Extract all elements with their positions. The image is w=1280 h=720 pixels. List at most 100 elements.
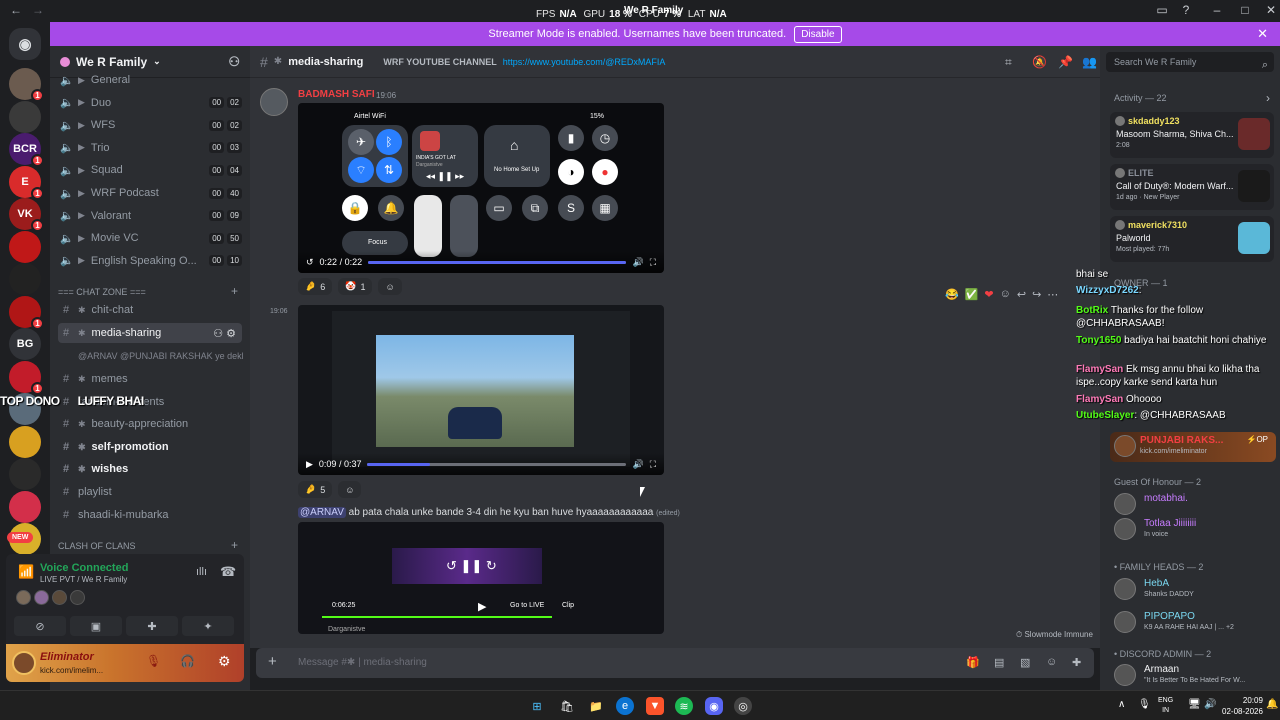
minimize-icon[interactable]: – <box>1208 3 1226 19</box>
server-icon[interactable] <box>9 425 41 458</box>
banner-close-icon[interactable]: ✕ <box>1257 26 1268 42</box>
replay-icon[interactable]: ↺ <box>306 257 314 268</box>
gif-icon[interactable]: ▤ <box>994 656 1004 669</box>
disable-streamer-button[interactable]: Disable <box>794 25 842 43</box>
voice-channel[interactable]: 🔈 ▶ Movie VC 00 50 <box>58 228 242 248</box>
soundboard-button[interactable]: ✦ <box>182 616 234 636</box>
server-icon[interactable]: VK 1 <box>9 198 44 232</box>
server-icon[interactable]: BCR 1 <box>9 133 44 167</box>
text-channel[interactable]: # ✱ media-sharing ⚇ ⚙ <box>58 323 242 343</box>
store-icon[interactable]: 🛍 <box>558 697 576 715</box>
text-channel[interactable]: # ✱ memes <box>58 369 242 389</box>
reply-icon[interactable]: ↩ <box>1017 288 1026 301</box>
text-channel[interactable]: # ✱ wishes <box>58 459 242 479</box>
chat-zone-category[interactable]: === CHAT ZONE === <box>58 287 146 297</box>
obs-icon[interactable]: ◎ <box>734 697 752 715</box>
add-member-icon[interactable]: ⚇ <box>228 54 240 70</box>
back-arrow-icon[interactable]: ← <box>10 3 22 17</box>
add-reaction-icon[interactable]: ☺ <box>1000 288 1011 301</box>
mic-tray-icon[interactable]: 🎙 <box>1138 699 1151 710</box>
deafen-icon[interactable]: 🎧 <box>180 654 195 668</box>
thread-preview[interactable]: @ARNAV @PUNJABI RAKSHAK ye dekh <box>78 351 243 361</box>
avatar[interactable] <box>34 590 49 605</box>
network-icon[interactable]: 🖥 <box>1188 699 1201 710</box>
windows-start-icon[interactable]: ⊞ <box>528 697 546 715</box>
clip-button[interactable]: Clip <box>562 602 574 609</box>
threads-icon[interactable]: ⌗ <box>1005 55 1012 70</box>
spotify-icon[interactable]: ≋ <box>675 697 693 715</box>
sticker-icon[interactable]: ▧ <box>1020 656 1030 669</box>
go-to-live-button[interactable]: Go to LIVE <box>510 602 544 609</box>
fullscreen-icon[interactable]: ⛶ <box>650 257 656 268</box>
voice-channel[interactable]: 🔈 ▶ Duo 00 02 <box>58 93 242 113</box>
forward-icon[interactable]: ↪ <box>1032 288 1041 301</box>
play-icon[interactable]: ▶ <box>478 600 486 613</box>
inbox-icon[interactable]: ▭ <box>1153 3 1171 19</box>
server-icon[interactable] <box>9 490 41 523</box>
text-channel[interactable]: # playlist <box>58 482 242 502</box>
speaker-icon[interactable]: 🔊 <box>1204 699 1216 710</box>
camera-off-button[interactable]: ⊘ <box>14 616 66 636</box>
topic-link[interactable]: https://www.youtube.com/@REDxMAFIA <box>503 57 666 67</box>
brave-icon[interactable]: ▼ <box>646 697 664 715</box>
text-channel[interactable]: # ✱ chit-chat <box>58 300 242 320</box>
volume-icon[interactable]: 🔊 <box>632 257 643 268</box>
avatar[interactable] <box>52 590 67 605</box>
video-attachment[interactable]: ↺ ❚❚ ↻ 0:06:25 ▶ Go to LIVE Clip Dargani… <box>298 522 664 634</box>
text-channel[interactable]: # ✱ self-promotion <box>58 437 242 457</box>
activity-card[interactable]: ELITE Call of Duty®: Modern Warf... 1d ago… <box>1110 164 1274 210</box>
discord-icon[interactable]: ◉ <box>705 697 723 715</box>
server-icon[interactable] <box>9 100 41 133</box>
avatar[interactable] <box>16 590 31 605</box>
add-reaction-button[interactable]: ☺ <box>378 278 402 295</box>
edge-icon[interactable]: e <box>616 697 634 715</box>
server-icon[interactable]: 1 <box>9 68 44 102</box>
mute-mic-icon[interactable]: 🎙 <box>146 654 161 668</box>
member-row[interactable]: Armaan "It Is Better To Be Hated For W... <box>1114 661 1274 691</box>
play-icon[interactable]: ▶ <box>306 459 313 470</box>
disconnect-icon[interactable]: ☎ <box>220 564 236 580</box>
help-icon[interactable]: ? <box>1177 3 1195 19</box>
voice-channel[interactable]: 🔈 ▶ English Speaking O... 00 10 <box>58 251 242 271</box>
emoji-laugh-icon[interactable]: 😂 <box>945 288 959 301</box>
avatar[interactable] <box>70 590 85 605</box>
gear-icon[interactable]: ⚙ <box>218 653 231 670</box>
member-row[interactable]: HebA Shanks DADDY <box>1114 575 1274 605</box>
voice-channel[interactable]: 🔈 ▶ Valorant 00 09 <box>58 206 242 226</box>
message-input[interactable]: Message #✱ | media-sharing <box>298 657 427 668</box>
activity-header[interactable]: Activity — 22 <box>1114 93 1167 103</box>
server-icon[interactable]: 1 <box>9 360 44 395</box>
voice-channel[interactable]: 🔈 ▶ WFS 00 02 <box>58 115 242 135</box>
avatar[interactable] <box>260 88 288 116</box>
video-seek-bar[interactable] <box>368 260 627 264</box>
clock[interactable]: 20:09 02-08-2026 <box>1222 695 1263 717</box>
reaction[interactable]: 🤌 5 <box>298 481 333 498</box>
member-row[interactable]: Totlaa Jiiiiiiii In voice <box>1114 515 1274 545</box>
activities-button[interactable]: ✚ <box>126 616 178 636</box>
create-channel-icon[interactable]: + <box>231 284 238 298</box>
playback-controls-icon[interactable]: ↺ ❚❚ ↻ <box>446 558 497 574</box>
text-channel[interactable]: # shaadi-ki-mubarka <box>58 505 242 525</box>
language-indicator[interactable]: ENG IN <box>1158 696 1173 716</box>
voice-channel[interactable]: 🔈 ▶ Trio 00 03 <box>58 138 242 158</box>
avatar[interactable] <box>12 651 36 675</box>
forward-arrow-icon[interactable]: → <box>32 3 44 17</box>
owner-member[interactable]: PUNJABI RAKS... ⚡OP kick.com/imeliminato… <box>1110 432 1276 462</box>
gift-icon[interactable]: 🎁 <box>966 656 980 669</box>
member-list-icon[interactable]: 👥 <box>1082 55 1097 69</box>
chevron-right-icon[interactable]: › <box>1266 91 1270 105</box>
add-reaction-button[interactable]: ☺ <box>338 481 362 498</box>
reaction[interactable]: 🤡 1 <box>338 278 373 295</box>
video-attachment[interactable]: Airtel WiFi 15% ✈ ᛒ ⌔ ⇅ INDIA'S GOT LAT … <box>298 103 664 273</box>
notification-icon[interactable]: 🔕 <box>1032 55 1047 69</box>
user-name[interactable]: Eliminator <box>40 651 94 663</box>
voice-channel-path[interactable]: LIVE PVT / We R Family <box>40 575 127 584</box>
close-window-icon[interactable]: ✕ <box>1262 3 1280 19</box>
voice-channel[interactable]: 🔈 ▶ WRF Podcast 00 40 <box>58 183 242 203</box>
text-channel[interactable]: # ✱ beauty-appreciation <box>58 414 242 434</box>
clash-category[interactable]: CLASH OF CLANS <box>58 541 136 551</box>
reaction[interactable]: 🤌 6 <box>298 278 333 295</box>
search-input[interactable]: Search We R Family ⌕ <box>1106 52 1274 72</box>
server-icon[interactable] <box>9 458 41 490</box>
video-seek-bar[interactable] <box>367 462 627 466</box>
